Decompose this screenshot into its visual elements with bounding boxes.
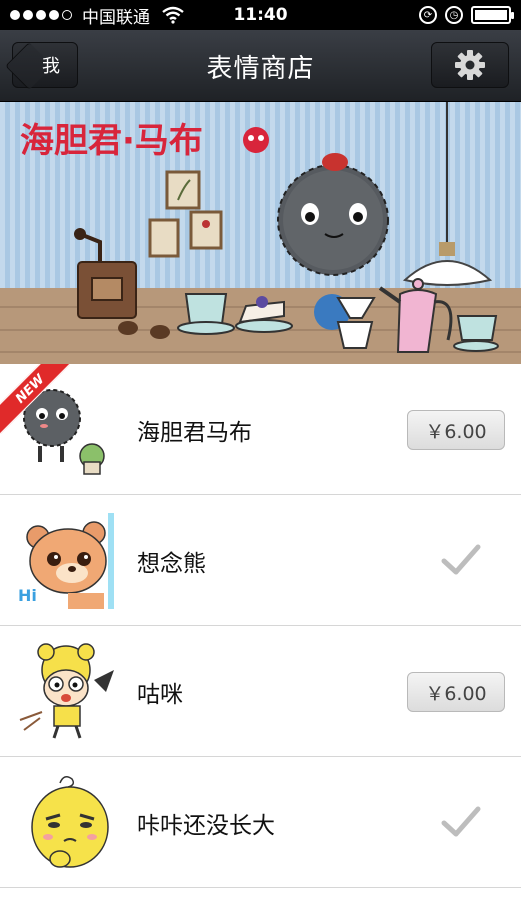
featured-banner[interactable]: 海胆君·马布	[0, 102, 521, 364]
item-name: 想念熊	[137, 550, 206, 577]
signal-strength-icon	[10, 10, 72, 20]
rotation-lock-icon: ⟳	[419, 6, 437, 24]
navigation-bar: 表情商店 我	[0, 30, 521, 102]
new-badge: NEW	[0, 364, 70, 434]
item-name: 海胆君马布	[137, 419, 252, 446]
thumbnail-text: Hi	[18, 586, 37, 605]
list-item[interactable]: NEW 海胆君马布 ￥6.00	[0, 364, 521, 495]
status-time: 11:40	[233, 5, 288, 25]
list-item[interactable]: Hi 想念熊	[0, 495, 521, 626]
new-badge-label: NEW	[0, 364, 70, 434]
banner-title: 海胆君·马布	[20, 121, 203, 161]
gear-icon	[455, 50, 485, 80]
item-name: 咕咪	[137, 681, 183, 708]
kaka-thumbnail	[31, 776, 109, 868]
checkmark-icon	[441, 544, 481, 575]
alarm-icon: ◷	[445, 6, 463, 24]
price-button[interactable]: ￥6.00	[407, 672, 505, 712]
bear-thumbnail: Hi	[18, 513, 114, 609]
status-right: ⟳ ◷	[419, 6, 514, 24]
settings-button[interactable]	[431, 42, 509, 88]
checkmark-icon	[441, 806, 481, 837]
back-button[interactable]: 我	[4, 41, 78, 91]
sticker-list: NEW 海胆君马布 ￥6.00 Hi 想念熊 咕咪 ￥6.00 咔咔还没长大	[0, 364, 521, 888]
gumi-thumbnail	[19, 643, 114, 739]
carrier-name: 中国联通	[82, 7, 150, 28]
status-bar: 中国联通 11:40 ⟳ ◷	[0, 0, 521, 30]
back-button-label: 我	[42, 56, 60, 77]
price-button[interactable]: ￥6.00	[407, 410, 505, 450]
skull-icon	[243, 127, 269, 153]
wifi-icon	[162, 6, 184, 24]
battery-icon	[471, 6, 514, 24]
banner-illustration: 海胆君·马布	[0, 102, 521, 364]
list-item[interactable]: 咔咔还没长大	[0, 757, 521, 888]
status-left: 中国联通	[10, 3, 184, 28]
list-item[interactable]: 咕咪 ￥6.00	[0, 626, 521, 757]
item-name: 咔咔还没长大	[137, 812, 275, 839]
